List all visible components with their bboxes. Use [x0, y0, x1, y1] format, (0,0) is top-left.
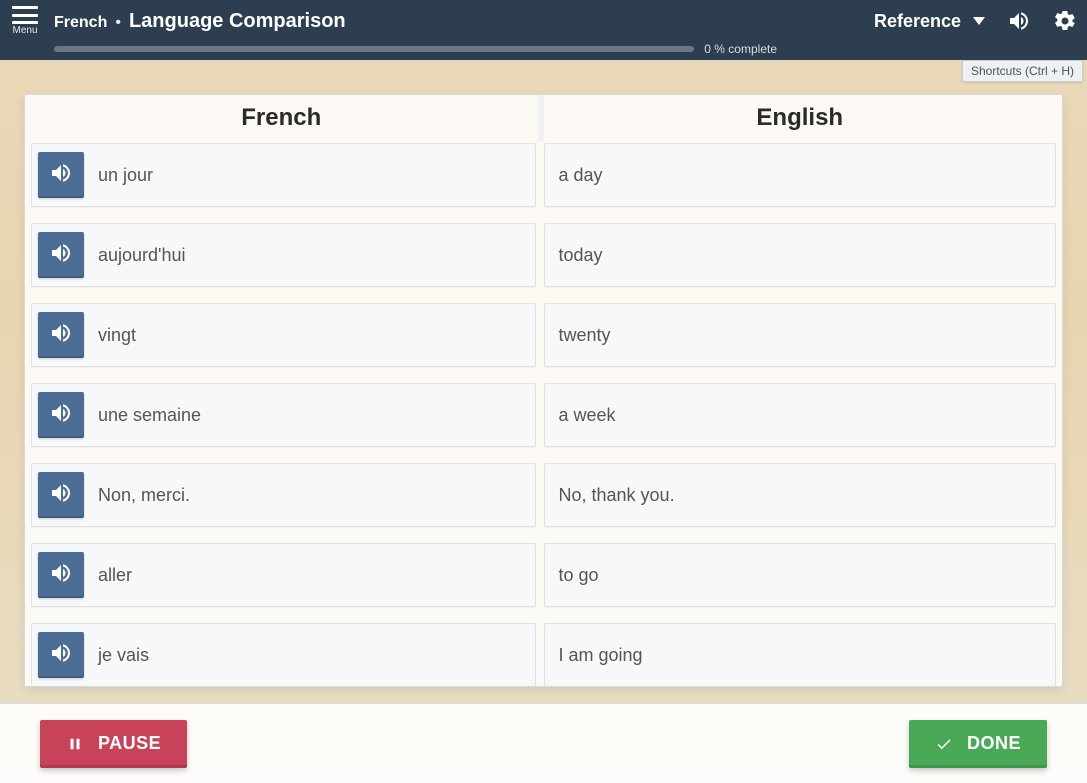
french-cell: je vais: [31, 623, 536, 686]
check-icon: [935, 735, 953, 753]
french-cell: vingt: [31, 303, 536, 367]
english-text: I am going: [559, 645, 643, 666]
done-label: DONE: [967, 733, 1021, 754]
speaker-icon: [49, 481, 73, 510]
english-cell: I am going: [544, 623, 1057, 686]
english-text: today: [559, 245, 603, 266]
entry-row: une semaine a week: [31, 383, 1056, 447]
progress-text: 0 % complete: [704, 42, 777, 56]
french-cell: Non, merci.: [31, 463, 536, 527]
column-headers: French English: [25, 95, 1062, 141]
english-cell: a day: [544, 143, 1057, 207]
english-cell: twenty: [544, 303, 1057, 367]
english-text: a week: [559, 405, 616, 426]
progress-bar[interactable]: [54, 46, 694, 52]
progress-bar-row: 0 % complete: [0, 42, 1087, 60]
play-audio-button[interactable]: [38, 312, 84, 358]
pause-icon: [66, 735, 84, 753]
english-cell: No, thank you.: [544, 463, 1057, 527]
entry-row: aller to go: [31, 543, 1056, 607]
done-button[interactable]: DONE: [909, 720, 1047, 768]
page-title-group: French • Language Comparison: [54, 10, 346, 33]
title-separator: •: [115, 14, 121, 32]
play-audio-button[interactable]: [38, 472, 84, 518]
entry-row: aujourd'hui today: [31, 223, 1056, 287]
shortcuts-chip[interactable]: Shortcuts (Ctrl + H): [962, 60, 1083, 82]
french-text: vingt: [98, 325, 136, 346]
french-text: aujourd'hui: [98, 245, 186, 266]
speaker-icon: [49, 161, 73, 190]
reference-label: Reference: [874, 11, 961, 32]
entry-row: vingt twenty: [31, 303, 1056, 367]
english-text: a day: [559, 165, 603, 186]
entry-row: je vais I am going: [31, 623, 1056, 686]
gear-icon: [1053, 9, 1077, 33]
settings-button[interactable]: [1053, 9, 1077, 33]
entry-row: Non, merci. No, thank you.: [31, 463, 1056, 527]
english-cell: a week: [544, 383, 1057, 447]
page-title: Language Comparison: [129, 10, 346, 33]
english-cell: to go: [544, 543, 1057, 607]
speaker-icon: [49, 401, 73, 430]
reference-dropdown[interactable]: Reference: [874, 11, 985, 32]
menu-button[interactable]: Menu: [6, 4, 44, 38]
speaker-icon: [49, 321, 73, 350]
play-audio-button[interactable]: [38, 392, 84, 438]
volume-button[interactable]: [1007, 9, 1031, 33]
french-text: un jour: [98, 165, 153, 186]
pause-label: PAUSE: [98, 733, 161, 754]
header-english: English: [544, 95, 1063, 141]
english-text: to go: [559, 565, 599, 586]
speaker-icon: [49, 561, 73, 590]
french-cell: une semaine: [31, 383, 536, 447]
menu-label: Menu: [12, 26, 37, 36]
french-cell: un jour: [31, 143, 536, 207]
play-audio-button[interactable]: [38, 232, 84, 278]
entries-list[interactable]: un jour a day aujourd'hui today vingt twenty u…: [25, 141, 1062, 686]
play-audio-button[interactable]: [38, 632, 84, 678]
chevron-down-icon: [973, 17, 985, 25]
play-audio-button[interactable]: [38, 152, 84, 198]
speaker-icon: [49, 641, 73, 670]
english-cell: today: [544, 223, 1057, 287]
speaker-icon: [49, 241, 73, 270]
volume-icon: [1007, 9, 1031, 33]
english-text: twenty: [559, 325, 611, 346]
comparison-card: French English un jour a day aujourd'hui to…: [24, 94, 1063, 687]
shortcuts-label: Shortcuts (Ctrl + H): [971, 64, 1074, 78]
hamburger-icon: [12, 6, 38, 24]
french-text: aller: [98, 565, 132, 586]
pause-button[interactable]: PAUSE: [40, 720, 187, 768]
entry-row: un jour a day: [31, 143, 1056, 207]
header-french: French: [25, 95, 544, 141]
footer-bar: PAUSE DONE: [0, 703, 1087, 783]
title-language: French: [54, 14, 107, 32]
english-text: No, thank you.: [559, 485, 675, 506]
french-text: Non, merci.: [98, 485, 190, 506]
top-bar: Menu French • Language Comparison Refere…: [0, 0, 1087, 42]
play-audio-button[interactable]: [38, 552, 84, 598]
french-cell: aujourd'hui: [31, 223, 536, 287]
french-cell: aller: [31, 543, 536, 607]
french-text: je vais: [98, 645, 149, 666]
french-text: une semaine: [98, 405, 201, 426]
